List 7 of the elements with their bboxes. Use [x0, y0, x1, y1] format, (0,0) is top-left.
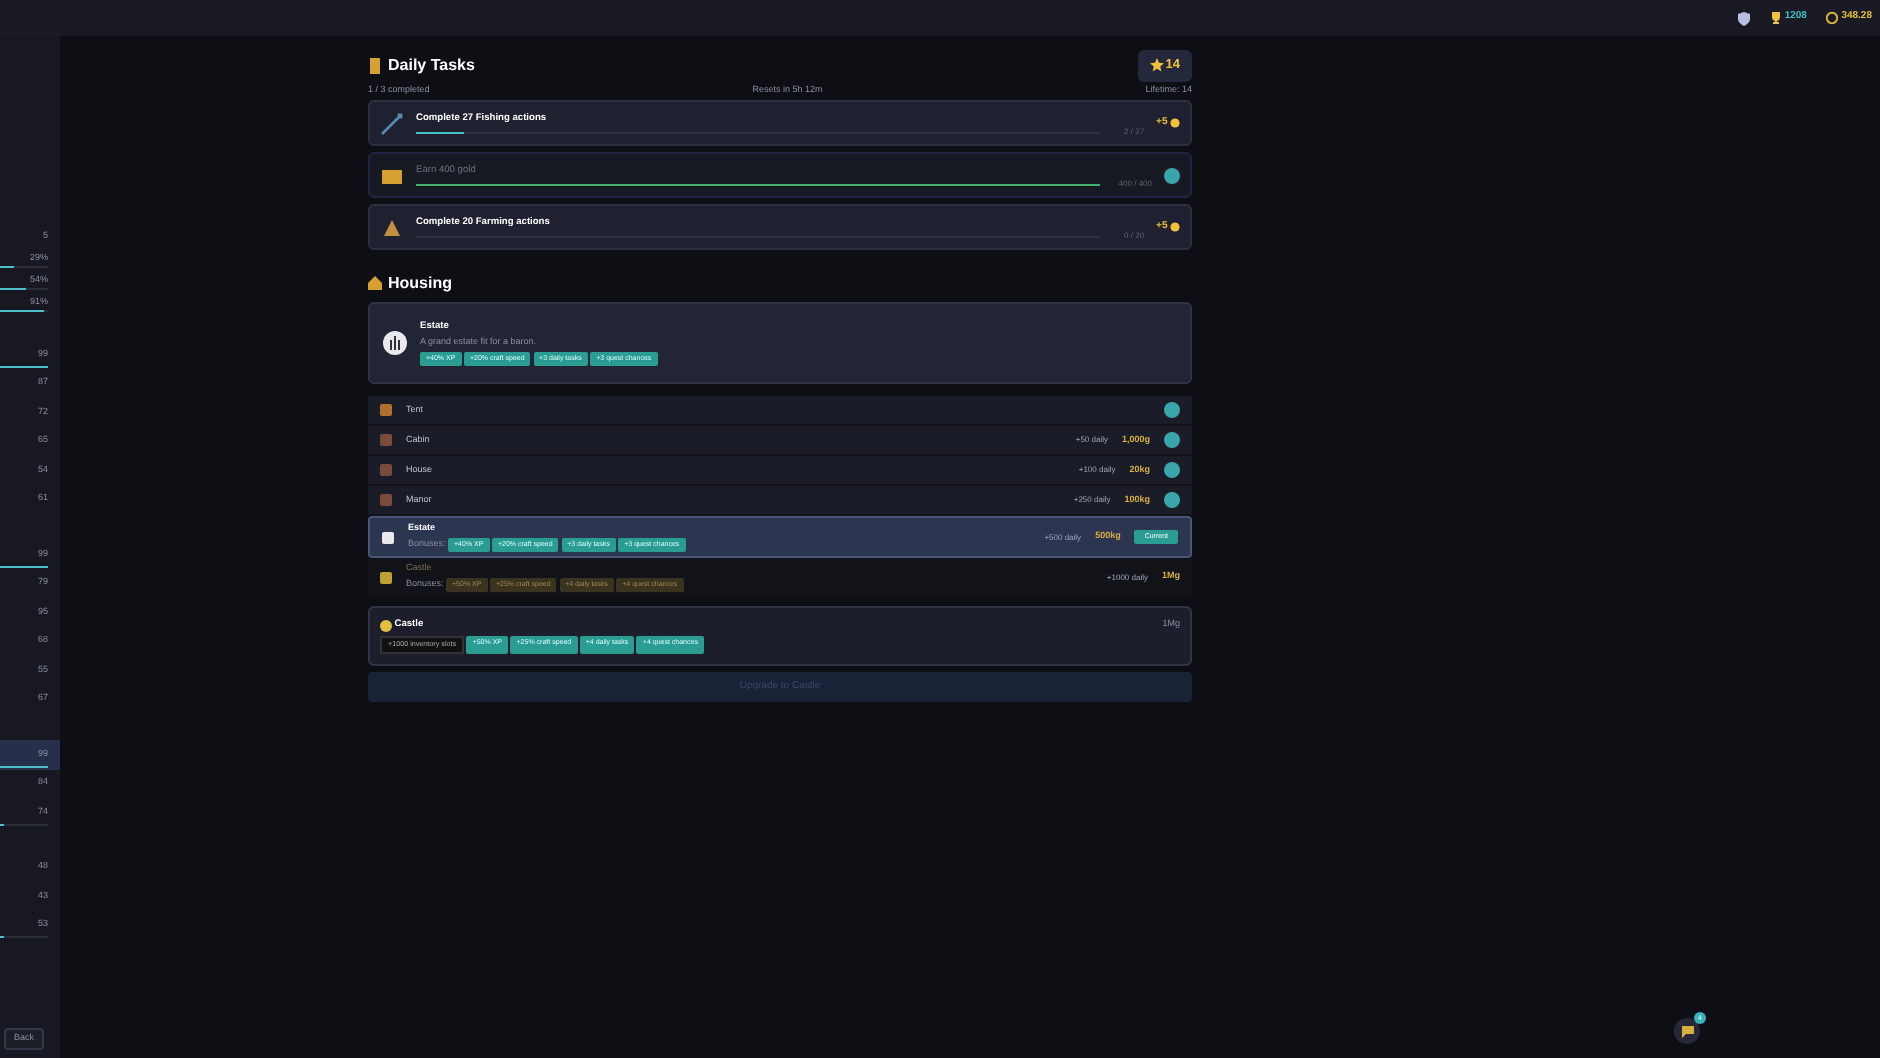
- fishing-rod-icon: [380, 111, 404, 135]
- shield-icon[interactable]: [1738, 11, 1751, 25]
- trophy-icon: [1770, 12, 1783, 24]
- section-title: Housing: [388, 274, 452, 294]
- coin-icon: [1826, 12, 1839, 24]
- chat-icon: [1681, 1025, 1693, 1037]
- section-title: Daily Tasks: [388, 56, 475, 76]
